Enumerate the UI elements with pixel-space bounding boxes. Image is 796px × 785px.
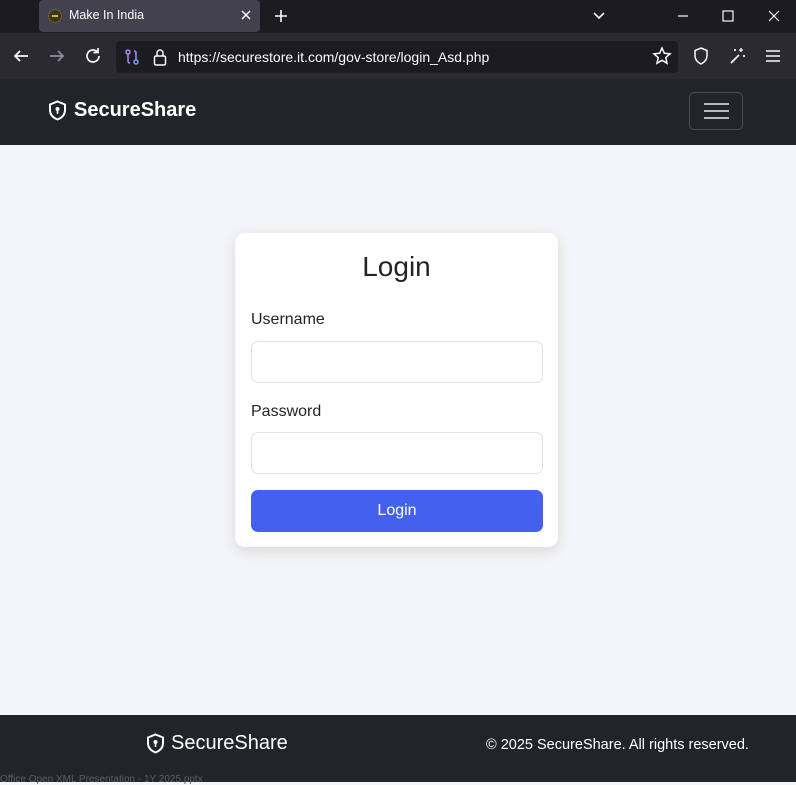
site-favicon-icon — [48, 9, 62, 23]
menu-bar-icon — [704, 117, 729, 119]
copyright-text: © 2025 SecureShare. All rights reserved. — [486, 737, 749, 753]
new-tab-icon[interactable] — [272, 7, 290, 25]
hamburger-menu-icon[interactable] — [762, 45, 784, 67]
tracking-protection-shield-icon[interactable] — [690, 45, 712, 67]
login-button[interactable]: Login — [251, 490, 543, 532]
menu-bar-icon — [704, 110, 729, 112]
password-label: Password — [251, 403, 322, 420]
login-card: Login Username Password Login — [235, 233, 558, 547]
site-header: SecureShare — [0, 79, 796, 145]
browser-tab[interactable]: Make In India — [39, 0, 260, 32]
underlying-window-text: Office Open XML Presentation - 1Y 2025.p… — [0, 774, 203, 785]
lock-icon[interactable] — [151, 47, 169, 67]
username-label: Username — [251, 311, 325, 328]
back-arrow-icon[interactable] — [10, 45, 32, 67]
menu-bar-icon — [704, 103, 729, 105]
tab-title: Make In India — [69, 8, 145, 22]
brand-name: SecureShare — [74, 99, 197, 121]
footer-brand-name: SecureShare — [171, 732, 288, 754]
maximize-window-icon[interactable] — [718, 6, 738, 26]
reload-icon[interactable] — [82, 45, 104, 67]
password-input[interactable] — [251, 432, 543, 474]
site-footer: SecureShare © 2025 SecureShare. All righ… — [0, 715, 796, 785]
bookmark-star-icon[interactable] — [651, 45, 673, 67]
browser-toolbar: https://securestore.it.com/gov-store/log… — [0, 33, 796, 80]
close-window-icon[interactable] — [764, 6, 784, 26]
username-input[interactable] — [251, 341, 543, 383]
extensions-sparkle-icon[interactable] — [726, 45, 748, 67]
shield-lock-icon — [49, 100, 66, 121]
footer-brand: SecureShare — [146, 732, 288, 755]
site-permissions-icon[interactable] — [123, 48, 141, 66]
close-tab-icon[interactable] — [238, 7, 254, 23]
address-bar[interactable]: https://securestore.it.com/gov-store/log… — [116, 41, 678, 73]
brand-link[interactable]: SecureShare — [48, 99, 196, 122]
forward-arrow-icon[interactable] — [46, 45, 68, 67]
main-content: Login Username Password Login — [0, 145, 796, 715]
minimize-window-icon[interactable] — [673, 6, 693, 26]
nav-toggler-button[interactable] — [689, 92, 743, 130]
login-title: Login — [362, 251, 431, 282]
shield-lock-icon — [147, 733, 164, 754]
url-text[interactable]: https://securestore.it.com/gov-store/log… — [178, 49, 489, 65]
browser-tab-strip: Make In India — [0, 0, 796, 33]
tab-list-chevron-down-icon[interactable] — [589, 6, 609, 26]
